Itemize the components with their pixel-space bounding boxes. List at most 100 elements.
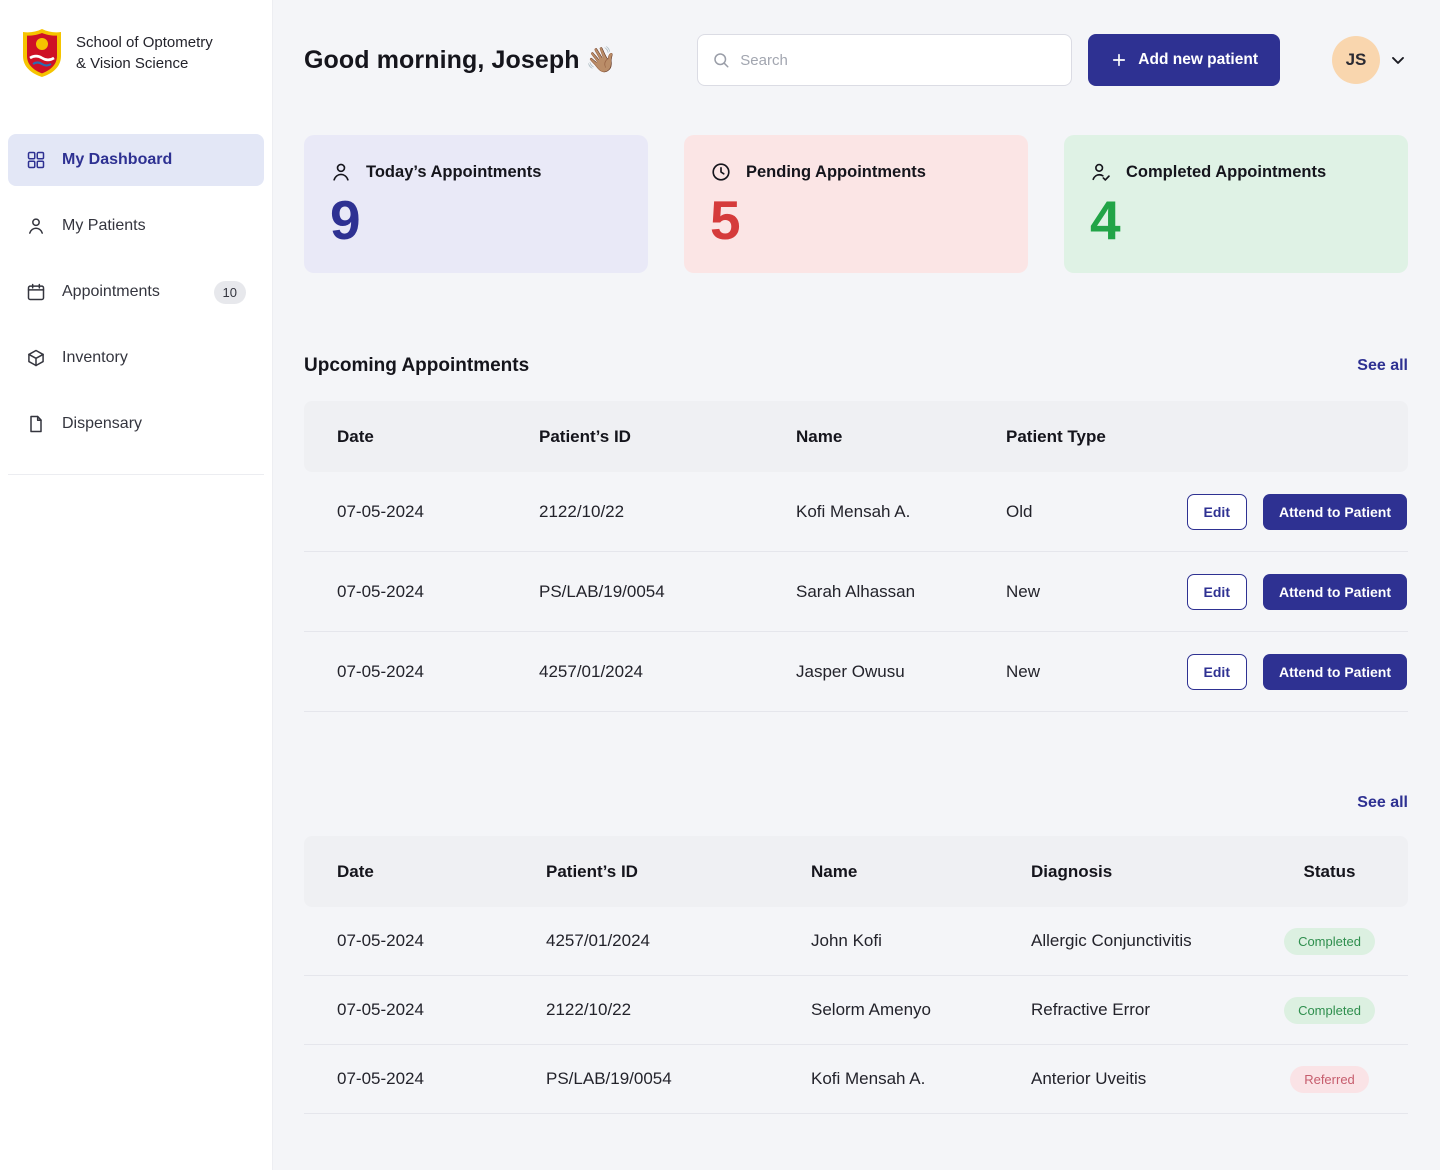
- stat-cards: Today’s Appointments 9 Pending Appointme…: [304, 135, 1408, 273]
- cell-patient-type: New: [1006, 661, 1041, 681]
- col-header-status: Status: [1303, 861, 1356, 881]
- see-all-link[interactable]: See all: [1357, 357, 1408, 375]
- stat-card-completed: Completed Appointments 4: [1064, 135, 1408, 273]
- sidebar-divider: [8, 474, 264, 475]
- document-icon: [26, 414, 46, 434]
- col-header-patient-id: Patient’s ID: [539, 426, 631, 446]
- appointments-count-badge: 10: [213, 280, 246, 304]
- topbar: Good morning, Joseph👋🏽 Add new patient J…: [304, 0, 1408, 86]
- table-row: 07-05-2024 2122/10/22 Kofi Mensah A. Old…: [304, 472, 1408, 552]
- attend-to-patient-button[interactable]: Attend to Patient: [1263, 493, 1407, 530]
- attend-to-patient-button[interactable]: Attend to Patient: [1263, 653, 1407, 690]
- avatar[interactable]: JS: [1332, 36, 1380, 84]
- cell-patient-id: PS/LAB/19/0054: [546, 1069, 672, 1088]
- see-all-link[interactable]: See all: [1357, 794, 1408, 812]
- cell-name: Kofi Mensah A.: [796, 501, 911, 521]
- upcoming-appointments-section: Upcoming Appointments See all Date Patie…: [304, 355, 1408, 712]
- cell-patient-id: 4257/01/2024: [546, 931, 650, 950]
- col-header-date: Date: [337, 426, 374, 446]
- package-icon: [26, 348, 46, 368]
- status-badge: Referred: [1290, 1065, 1369, 1093]
- dashboard-grid-icon: [26, 150, 46, 170]
- stat-label: Completed Appointments: [1126, 162, 1327, 181]
- cell-diagnosis: Refractive Error: [1031, 1000, 1151, 1019]
- edit-button[interactable]: Edit: [1186, 573, 1247, 610]
- sidebar: School of Optometry & Vision Science My …: [0, 0, 272, 1170]
- cell-patient-id: 2122/10/22: [539, 501, 625, 521]
- col-header-patient-type: Patient Type: [1006, 426, 1106, 446]
- person-icon: [330, 161, 352, 183]
- edit-button[interactable]: Edit: [1186, 653, 1247, 690]
- stat-value: 5: [710, 189, 741, 251]
- org-name-line1: School of Optometry: [76, 34, 213, 51]
- table-row: 07-05-2024 4257/01/2024 Jasper Owusu New…: [304, 632, 1408, 712]
- cell-diagnosis: Anterior Uveitis: [1031, 1069, 1147, 1088]
- status-badge: Completed: [1284, 927, 1375, 955]
- cell-date: 07-05-2024: [337, 581, 424, 601]
- sidebar-item-dashboard[interactable]: My Dashboard: [8, 134, 264, 186]
- table-header-row: Date Patient’s ID Name Patient Type: [304, 401, 1408, 472]
- wave-emoji: 👋🏽: [585, 45, 617, 74]
- cell-patient-id: PS/LAB/19/0054: [539, 581, 665, 601]
- school-logo-block: School of Optometry & Vision Science: [0, 0, 272, 78]
- calendar-icon: [26, 282, 46, 302]
- attend-to-patient-button[interactable]: Attend to Patient: [1263, 573, 1407, 610]
- table-header-row: Date Patient’s ID Name Diagnosis Status: [304, 836, 1408, 907]
- sidebar-item-patients[interactable]: My Patients: [8, 200, 264, 252]
- recent-appointments-section: See all Date Patient’s ID Name Diagnosis…: [304, 794, 1408, 1114]
- cell-name: John Kofi: [811, 931, 882, 950]
- stat-label: Today’s Appointments: [366, 162, 542, 181]
- table-row: 07-05-2024 PS/LAB/19/0054 Kofi Mensah A.…: [304, 1045, 1408, 1114]
- stat-card-header: Completed Appointments: [1090, 161, 1382, 183]
- sidebar-item-label: Appointments: [62, 283, 160, 300]
- greeting-text: Good morning, Joseph: [304, 45, 580, 74]
- edit-button[interactable]: Edit: [1186, 493, 1247, 530]
- sidebar-item-appointments[interactable]: Appointments 10: [8, 266, 264, 318]
- school-crest-icon: [23, 29, 61, 77]
- col-header-diagnosis: Diagnosis: [1031, 861, 1113, 881]
- recent-appointments-table: Date Patient’s ID Name Diagnosis Status …: [304, 836, 1408, 1114]
- stat-label: Pending Appointments: [746, 162, 926, 181]
- status-badge: Completed: [1284, 996, 1375, 1024]
- sidebar-item-label: My Patients: [62, 217, 146, 234]
- cell-patient-id: 2122/10/22: [546, 1000, 632, 1019]
- sidebar-item-label: My Dashboard: [62, 151, 173, 168]
- plus-icon: [1110, 51, 1128, 69]
- org-name-line2: & Vision Science: [76, 55, 189, 72]
- search-box: [697, 34, 1073, 86]
- stat-card-header: Today’s Appointments: [330, 161, 622, 183]
- cell-date: 07-05-2024: [337, 1069, 424, 1088]
- cell-date: 07-05-2024: [337, 661, 424, 681]
- cell-name: Jasper Owusu: [796, 661, 905, 681]
- section-title: Upcoming Appointments: [304, 355, 530, 376]
- user-menu[interactable]: JS: [1332, 36, 1408, 84]
- search-input[interactable]: [740, 51, 1058, 69]
- cell-name: Sarah Alhassan: [796, 581, 916, 601]
- col-header-name: Name: [796, 426, 843, 446]
- org-name: School of Optometry & Vision Science: [76, 32, 213, 74]
- main-content: Good morning, Joseph👋🏽 Add new patient J…: [272, 0, 1440, 1170]
- add-new-patient-label: Add new patient: [1138, 51, 1258, 68]
- chevron-down-icon[interactable]: [1388, 50, 1408, 70]
- cell-patient-id: 4257/01/2024: [539, 661, 643, 681]
- greeting-title: Good morning, Joseph 👋🏽: [304, 46, 617, 75]
- add-new-patient-button[interactable]: Add new patient: [1088, 34, 1280, 86]
- sidebar-item-inventory[interactable]: Inventory: [8, 332, 264, 384]
- stat-card-pending: Pending Appointments 5: [684, 135, 1028, 273]
- stat-card-today: Today’s Appointments 9: [304, 135, 648, 273]
- cell-date: 07-05-2024: [337, 501, 424, 521]
- sidebar-item-dispensary[interactable]: Dispensary: [8, 398, 264, 450]
- clock-icon: [710, 161, 732, 183]
- stat-card-header: Pending Appointments: [710, 161, 1002, 183]
- cell-date: 07-05-2024: [337, 931, 424, 950]
- cell-diagnosis: Allergic Conjunctivitis: [1031, 931, 1192, 950]
- person-icon: [26, 216, 46, 236]
- stat-value: 9: [330, 189, 361, 251]
- table-row: 07-05-2024 2122/10/22 Selorm Amenyo Refr…: [304, 976, 1408, 1045]
- cell-patient-type: Old: [1006, 501, 1033, 521]
- sidebar-nav: My Dashboard My Patients Appointments 10: [0, 134, 272, 450]
- col-header-patient-id: Patient’s ID: [546, 861, 638, 881]
- col-header-name: Name: [811, 861, 858, 881]
- cell-name: Kofi Mensah A.: [811, 1069, 926, 1088]
- table-row: 07-05-2024 4257/01/2024 John Kofi Allerg…: [304, 907, 1408, 976]
